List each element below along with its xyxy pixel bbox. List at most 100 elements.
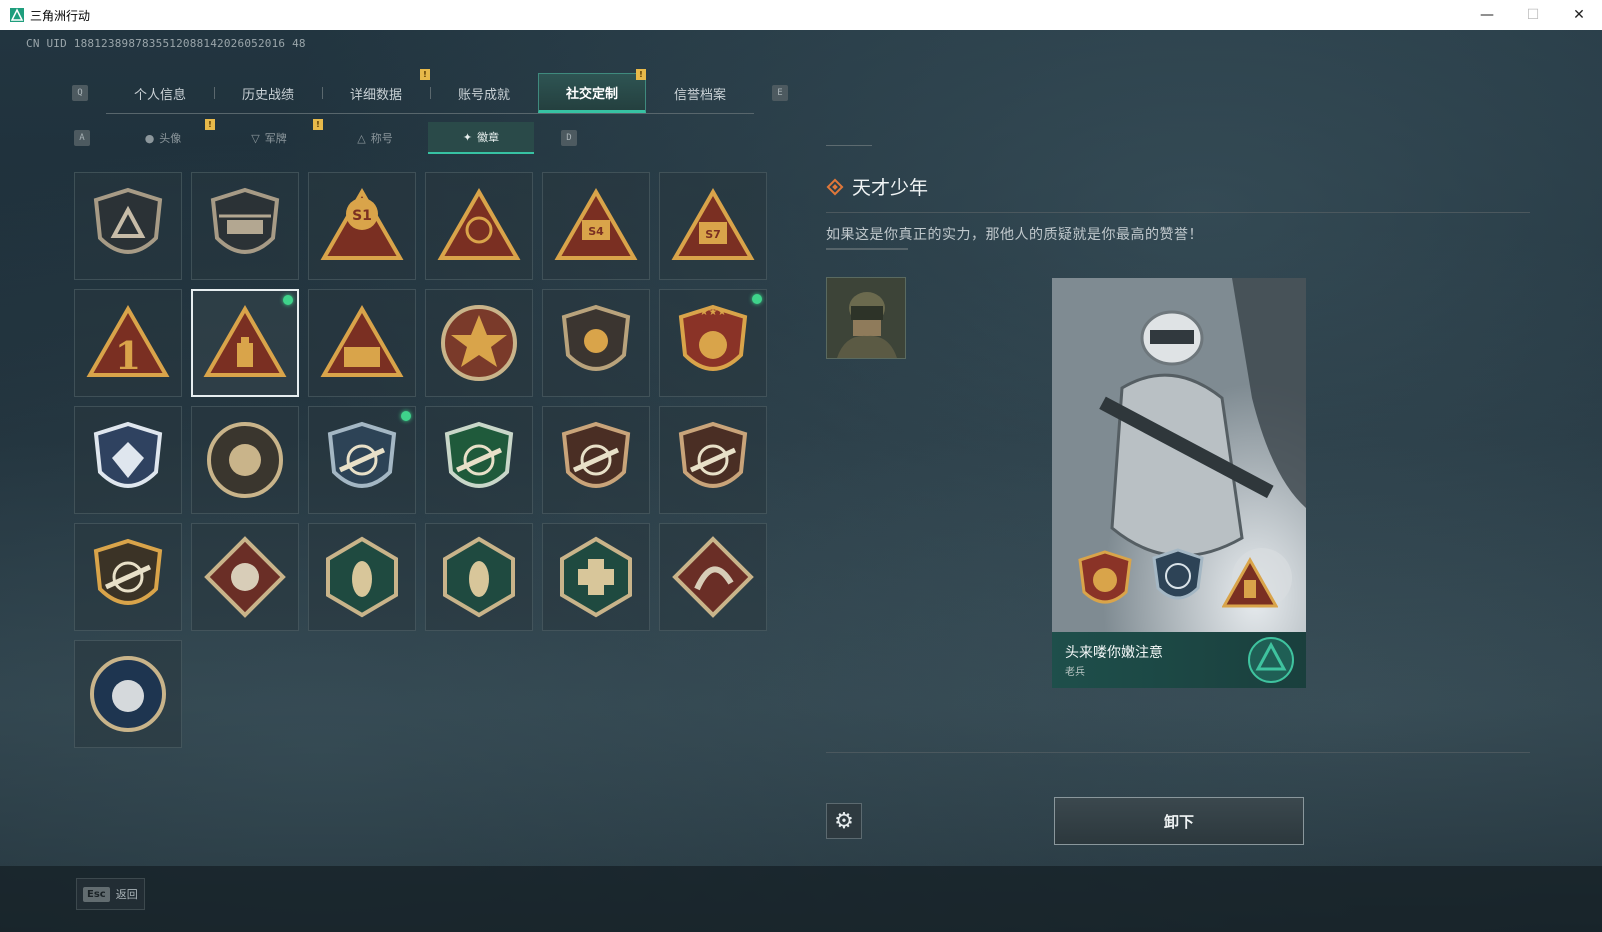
profile-card-preview: 头来喽你嫩注意 老兵 <box>1052 278 1306 688</box>
tab-detailed-data[interactable]: 详细数据 <box>322 73 430 113</box>
badge-slot[interactable] <box>425 289 533 397</box>
rifle-crosshair-blue-icon <box>327 421 397 488</box>
prev-subtab-key-hint[interactable]: A <box>74 130 90 146</box>
badge-slot[interactable] <box>542 289 650 397</box>
svg-text:★★★: ★★★ <box>700 307 727 318</box>
new-flag-icon: ! <box>636 69 646 80</box>
main-tabs: 个人信息 历史战绩 详细数据 账号成就 社交定制 信誉档案 <box>106 73 754 114</box>
detail-header: 天才少年 <box>826 173 928 200</box>
badge-slot[interactable] <box>74 406 182 514</box>
badge-slot[interactable] <box>308 523 416 631</box>
dragon-diamond-icon <box>672 536 754 618</box>
lynx-circle-icon <box>90 656 166 732</box>
window-title: 三角洲行动 <box>30 8 91 23</box>
tab-label: 详细数据 <box>349 87 402 103</box>
svg-text:1: 1 <box>115 333 141 378</box>
badge-slot[interactable] <box>659 523 767 631</box>
tab-social-custom[interactable]: 社交定制 <box>538 73 646 113</box>
bronze-shield-icon <box>561 304 631 371</box>
badge-slot[interactable] <box>191 406 299 514</box>
badge-slot[interactable] <box>425 406 533 514</box>
svg-text:S7: S7 <box>705 228 721 241</box>
tab-label: 账号成就 <box>457 87 510 103</box>
back-button[interactable]: Esc 返回 <box>76 878 145 910</box>
equipped-indicator-icon <box>401 411 411 421</box>
tab-personal-info[interactable]: 个人信息 <box>106 73 214 113</box>
badge-slot[interactable] <box>542 406 650 514</box>
badge-slot[interactable] <box>308 289 416 397</box>
badge-grid: S1 S4 S7 1 ★★★ <box>74 172 767 748</box>
equipped-indicator-icon <box>752 294 762 304</box>
equipped-indicator-icon <box>283 295 293 305</box>
tab-credit-record[interactable]: 信誉档案 <box>646 73 754 113</box>
rifle-crosshair-bronze-icon <box>561 421 631 488</box>
tab-label: 历史战绩 <box>241 87 294 103</box>
diamond-marker-icon <box>826 178 844 195</box>
badge-slot[interactable] <box>74 640 182 748</box>
tab-label: 个人信息 <box>133 87 186 103</box>
tab-label: 社交定制 <box>565 86 618 102</box>
equipped-badge-rifle-icon <box>1152 548 1204 600</box>
new-flag-icon: ! <box>420 69 430 80</box>
star-emblem-icon <box>441 305 517 381</box>
badge-slot[interactable] <box>74 523 182 631</box>
rifle-crosshair-bronze2-icon <box>678 421 748 488</box>
game-scene: CN UID 1881238987835512088142026052016 4… <box>0 30 1602 932</box>
badge-slot[interactable]: S4 <box>542 172 650 280</box>
number-one-icon: 1 <box>86 304 170 378</box>
badge-slot[interactable] <box>191 172 299 280</box>
minimize-button[interactable]: — <box>1464 0 1510 30</box>
gold-rifle-laurel-icon <box>93 538 163 605</box>
gold-stars-shield-icon: ★★★ <box>678 304 748 371</box>
close-button[interactable]: ✕ <box>1556 0 1602 30</box>
diamond-shield-icon <box>93 421 163 488</box>
badge-slot[interactable] <box>659 406 767 514</box>
avatar[interactable] <box>826 277 906 359</box>
unequip-button[interactable]: 卸下 <box>1054 797 1304 845</box>
badge-slot[interactable] <box>425 172 533 280</box>
soldiers-icon <box>320 304 404 377</box>
tab-history[interactable]: 历史战绩 <box>214 73 322 113</box>
back-label: 返回 <box>115 888 138 901</box>
badge-description: 如果这是你真正的实力，那他人的质疑就是你最高的赞誉！ <box>826 227 1203 243</box>
badge-slot[interactable] <box>542 523 650 631</box>
badge-icon: ✦ <box>462 130 473 144</box>
new-flag-icon: ! <box>205 119 215 130</box>
subtab-avatar[interactable]: ● 头像 <box>110 122 216 154</box>
next-subtab-key-hint[interactable]: D <box>561 130 577 146</box>
card-rank: 老兵 <box>1065 667 1085 678</box>
badge-slot[interactable]: S7 <box>659 172 767 280</box>
badge-slot[interactable]: 1 <box>74 289 182 397</box>
gyroscope-icon <box>437 187 521 260</box>
badge-slot[interactable] <box>191 289 299 397</box>
badge-slot[interactable] <box>425 523 533 631</box>
tab-achievements[interactable]: 账号成就 <box>430 73 538 113</box>
rank-emblem-icon <box>1248 637 1294 683</box>
uid-text: CN UID 1881238987835512088142026052016 4… <box>26 37 306 50</box>
window-titlebar: 三角洲行动 — ☐ ✕ <box>0 0 1602 30</box>
subtab-label: 头像 <box>159 132 182 145</box>
subtab-dogtag[interactable]: ▽ 军牌 <box>216 122 322 154</box>
badge-slot[interactable]: S1 <box>308 172 416 280</box>
helicopter-icon <box>210 187 280 254</box>
operator-portrait-icon <box>827 278 905 358</box>
next-tab-key-hint[interactable]: E <box>772 85 788 101</box>
tab-label: 信誉档案 <box>673 87 726 103</box>
card-player-name: 头来喽你嫩注意 <box>1065 645 1163 661</box>
badge-slot[interactable] <box>74 172 182 280</box>
subtab-title[interactable]: △ 称号 <box>322 122 428 154</box>
subtab-label: 军牌 <box>264 132 287 145</box>
maximize-button[interactable]: ☐ <box>1510 0 1556 30</box>
dogtag-icon: ▽ <box>251 131 260 145</box>
prev-tab-key-hint[interactable]: Q <box>72 85 88 101</box>
svg-text:S4: S4 <box>588 225 604 238</box>
divider <box>826 212 1530 213</box>
badge-slot[interactable] <box>191 523 299 631</box>
badge-slot[interactable] <box>308 406 416 514</box>
user-icon: ● <box>144 131 155 145</box>
subtab-badge[interactable]: ✦ 徽章 <box>428 122 534 154</box>
settings-button[interactable]: ⚙ <box>826 803 862 839</box>
badge-slot[interactable]: ★★★ <box>659 289 767 397</box>
bottom-bar <box>0 866 1602 932</box>
skull-crosshair-icon <box>207 422 283 498</box>
